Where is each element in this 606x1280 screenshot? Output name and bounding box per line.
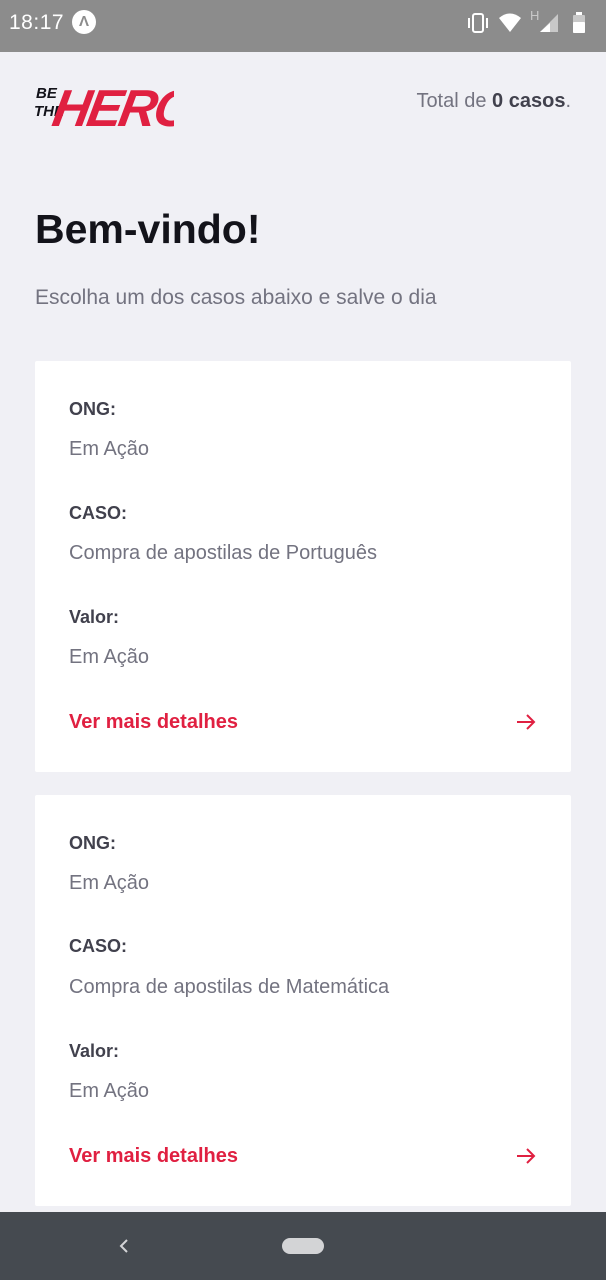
app-notification-icon: Λ <box>72 10 96 34</box>
system-nav-bar <box>0 1212 606 1280</box>
case-value: Compra de apostilas de Matemática <box>69 976 390 998</box>
value-label: Valor: <box>69 607 120 627</box>
ong-label: ONG: <box>69 833 116 853</box>
incident-card: ONG: Em Ação CASO: Compra de apostilas d… <box>35 795 571 1206</box>
signal-icon <box>540 14 558 32</box>
page-title: Bem-vindo! <box>35 206 261 252</box>
svg-text:HERO: HERO <box>48 80 174 134</box>
ong-value: Em Ação <box>69 872 150 894</box>
details-button[interactable]: Ver mais detalhes <box>69 711 238 734</box>
be-the-hero-logo: BE THE HERO <box>34 72 199 138</box>
status-time: 18:17 <box>9 11 65 34</box>
ong-label: ONG: <box>69 399 116 419</box>
arrow-right-icon[interactable] <box>515 711 537 733</box>
status-icons: H <box>466 8 596 34</box>
battery-icon <box>573 12 585 33</box>
total-suffix: . <box>565 90 571 112</box>
back-icon[interactable] <box>116 1234 132 1258</box>
ong-value: Em Ação <box>69 438 150 460</box>
case-label: CASO: <box>69 936 127 956</box>
page-subtitle: Escolha um dos casos abaixo e salve o di… <box>35 286 437 309</box>
status-bar: 18:17 Λ H <box>0 0 606 52</box>
arrow-right-icon[interactable] <box>515 1145 537 1167</box>
total-count: 0 casos <box>492 90 566 112</box>
wifi-icon <box>499 13 521 32</box>
details-button[interactable]: Ver mais detalhes <box>69 1145 238 1168</box>
case-value: Compra de apostilas de Português <box>69 542 377 564</box>
total-cases: Total de 0 casos. <box>416 90 571 113</box>
value-label: Valor: <box>69 1041 120 1061</box>
incident-card: ONG: Em Ação CASO: Compra de apostilas d… <box>35 361 571 772</box>
value-value: Em Ação <box>69 1080 150 1102</box>
total-prefix: Total de <box>416 90 493 112</box>
home-button[interactable] <box>282 1238 324 1254</box>
case-label: CASO: <box>69 503 127 523</box>
value-value: Em Ação <box>69 646 150 668</box>
vibrate-icon <box>468 13 488 33</box>
